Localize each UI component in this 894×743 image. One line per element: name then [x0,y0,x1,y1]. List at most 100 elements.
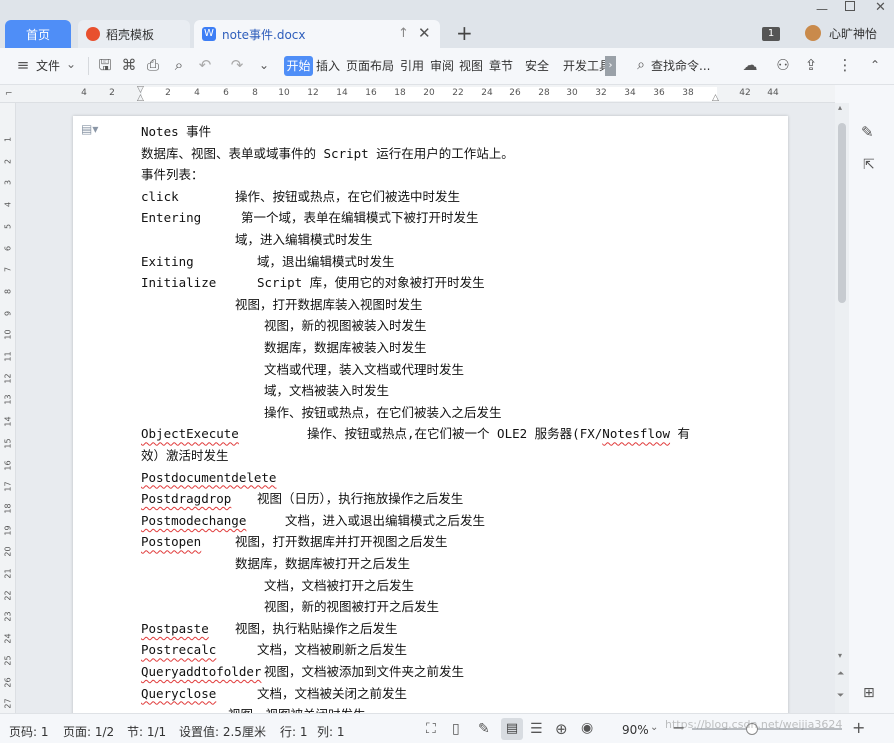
share-icon[interactable]: ⇪ [802,56,820,74]
tab-daoke-label: 稻壳模板 [106,27,155,42]
avatar[interactable] [805,25,821,41]
document-line: 视图，打开数据库装入视图时发生 [235,296,423,312]
tab-review[interactable]: 审阅 [430,57,454,74]
document-line: 文档，文档被刷新之后发生 [257,642,408,658]
print-preview-icon[interactable]: ⌕ [170,56,188,74]
document-line: 文档，文档被关闭之前发生 [257,685,408,701]
hanging-indent-marker-icon[interactable]: △ [137,93,144,103]
paragraph-menu-icon[interactable]: ▤▾ [81,122,98,136]
event-name: Entering [141,210,202,226]
ribbon-scroll-right-icon[interactable]: › [605,56,616,76]
document-line: 操作、按钮或热点，在它们被装入之后发生 [264,404,502,420]
pen-tool-icon[interactable]: ✎ [861,123,874,141]
tab-daoke[interactable]: 稻壳模板 [78,20,190,48]
tab-stop-selector-icon[interactable]: ⌐ [5,89,13,99]
eye-protection-icon[interactable]: ◉ [581,720,593,736]
daoke-logo-icon [86,27,100,41]
web-view-icon[interactable]: ⊕ [555,720,568,738]
document-line: 第一个域，表单在编辑模式下被打开时发生 [241,210,479,226]
file-menu[interactable]: 文件 [36,57,60,74]
command-search-input[interactable]: 查找命令... [651,57,710,74]
file-dropdown-icon[interactable]: ⌄ [66,57,76,71]
vertical-ruler-tick-label: 1 [3,136,13,143]
write-mode-icon[interactable]: ✎ [478,721,490,737]
status-section[interactable]: 节: 1/1 [127,723,166,740]
outline-view-icon[interactable]: ☰ [530,721,543,737]
prev-page-icon[interactable]: ⏶ [837,669,844,679]
document-line: 视图，新的视图被打开之后发生 [264,599,440,615]
format-painter-icon[interactable]: ⌘ [120,56,138,74]
pin-up-icon[interactable]: ↑ [398,26,409,41]
tab-insert[interactable]: 插入 [316,57,340,74]
vertical-ruler-tick-label: 24 [3,633,13,644]
print-icon[interactable]: ⎙ [144,56,162,74]
ruler-tick-label: 6 [223,88,229,98]
tab-view[interactable]: 视图 [459,57,483,74]
tab-start[interactable]: 开始 [284,56,313,76]
vertical-ruler-tick-label: 18 [3,503,13,514]
grid-view-icon[interactable]: ⊞ [863,685,875,701]
status-page-number[interactable]: 页码: 1 [9,723,49,740]
user-name[interactable]: 心旷神怡 [829,25,877,42]
document-page[interactable]: ▤▾ Notes 事件 数据库、视图、表单或域事件的 Script 运行在用户的工… [73,116,788,713]
scrollbar-thumb[interactable] [838,123,846,303]
tab-home-label: 首页 [25,27,50,42]
horizontal-ruler[interactable]: ⌐ ▽ △ △ 4 2 2 4 6 8 10 12 14 16 18 20 22 24 26 28 30 32 34… [0,85,835,103]
share-user-icon[interactable]: ⚇ [774,56,792,74]
status-setting[interactable]: 设置值: 2.5厘米 [179,723,266,740]
maximize-icon[interactable] [845,1,855,11]
minimize-icon[interactable]: — [816,2,828,16]
document-canvas[interactable]: ▤▾ Notes 事件 数据库、视图、表单或域事件的 Script 运行在用户的工… [16,103,834,713]
undo-icon[interactable]: ↶ [196,56,214,74]
page-view-icon[interactable]: ▤ [501,718,523,740]
tab-chapter[interactable]: 章节 [489,57,513,74]
ruler-tick-label: 18 [394,88,406,98]
ruler-tick-label: 26 [509,88,521,98]
ruler-tick-label: 24 [481,88,493,98]
search-icon[interactable]: ⌕ [632,56,650,74]
ruler-tick-label: 44 [767,88,779,98]
redo-icon[interactable]: ↷ [228,56,246,74]
select-cursor-icon[interactable]: ⇱ [863,157,875,173]
new-tab-icon[interactable]: + [456,21,473,45]
document-line: 视图，新的视图被装入时发生 [264,318,427,334]
document-line: 域，进入编辑模式时发生 [235,232,373,247]
collapse-ribbon-icon[interactable]: ⌃ [866,56,884,74]
tab-security[interactable]: 安全 [525,57,549,74]
more-options-icon[interactable]: ⋮ [836,56,854,74]
ruler-tick-label: 36 [653,88,665,98]
tab-reference[interactable]: 引用 [400,57,424,74]
tab-document[interactable]: W note事件.docx ↑ ✕ [194,20,440,48]
zoom-level[interactable]: 90% [622,723,649,737]
tab-home[interactable]: 首页 [5,20,71,48]
tab-bar: 首页 稻壳模板 W note事件.docx ↑ ✕ + 1 心旷神怡 — ✕ [0,0,894,48]
zoom-in-icon[interactable]: + [852,718,865,737]
scroll-down-icon[interactable]: ▾ [838,651,842,660]
read-mode-icon[interactable]: ▯ [452,721,460,737]
vertical-scrollbar[interactable]: ▴ ▾ ⏶ ⏷ [835,103,849,713]
close-tab-icon[interactable]: ✕ [418,24,431,42]
event-name: Postdragdrop [141,491,232,507]
status-row[interactable]: 行: 1 [280,723,308,740]
tab-developer[interactable]: 开发工具 [563,57,605,74]
cloud-sync-icon[interactable]: ☁ [741,56,759,74]
vertical-ruler[interactable]: 1 2 3 4 5 6 7 8 9 10 11 12 13 14 15 16 17 18 19 20 21 22 23 24 2… [0,103,16,713]
event-name: Queryclose [141,685,217,701]
window-count-badge[interactable]: 1 [762,27,780,41]
status-pages[interactable]: 页面: 1/2 [63,723,114,740]
tab-page-layout[interactable]: 页面布局 [346,57,394,74]
right-indent-marker-icon[interactable]: △ [712,93,719,103]
close-window-icon[interactable]: ✕ [875,0,886,15]
status-column[interactable]: 列: 1 [317,723,345,740]
document-line: Notes 事件 [141,124,212,139]
ruler-tick-label: 2 [109,88,115,98]
vertical-ruler-tick-label: 13 [3,394,13,405]
scroll-up-icon[interactable]: ▴ [838,103,842,112]
menu-icon[interactable]: ≡ [14,56,32,74]
save-icon[interactable]: 🖫 [96,56,114,74]
next-page-icon[interactable]: ⏷ [837,691,844,701]
zoom-dropdown-icon[interactable]: ⌄ [650,722,658,733]
fullscreen-icon[interactable]: ⛶ [426,721,436,737]
more-dropdown-icon[interactable]: ⌄ [255,56,273,74]
document-line: 数据库，数据库被打开之后发生 [235,556,411,571]
